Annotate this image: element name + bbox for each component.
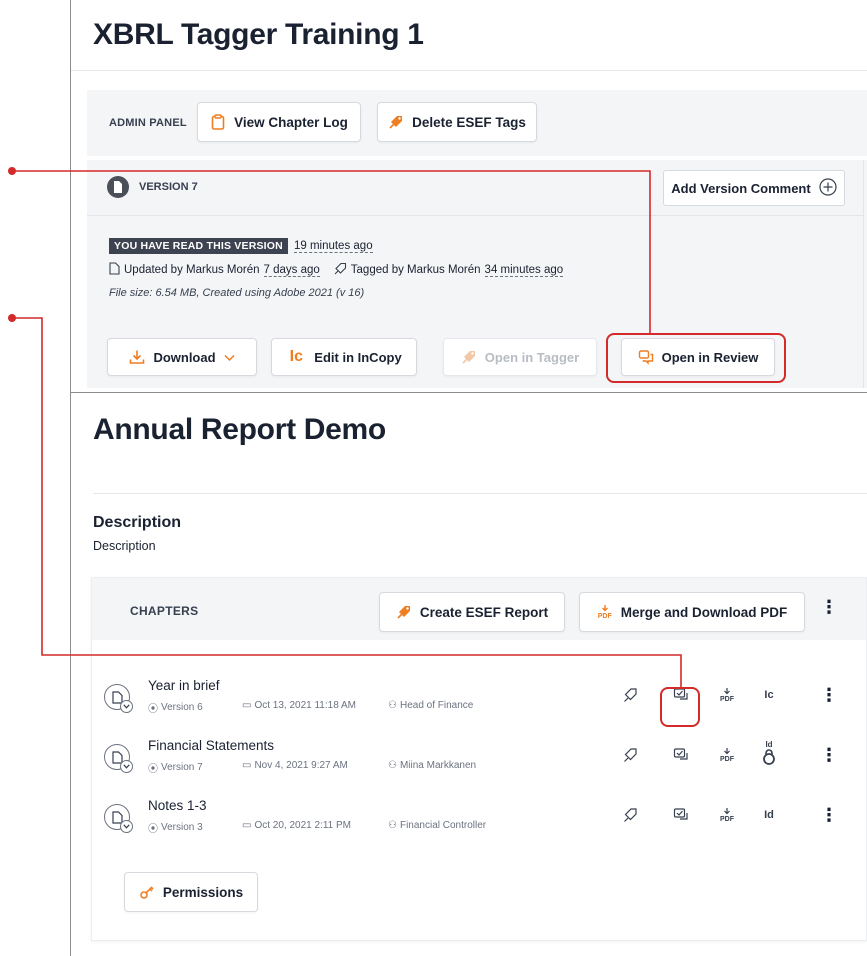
annotation-dot: [8, 314, 16, 322]
annotation-line-open-review: [12, 170, 651, 334]
highlight-open-in-review: [606, 333, 786, 383]
annotation-dot: [8, 167, 16, 175]
highlight-review-icon: [660, 687, 700, 727]
annotation-line-review-icon: [12, 317, 682, 688]
annotation-lines: [12, 170, 682, 688]
